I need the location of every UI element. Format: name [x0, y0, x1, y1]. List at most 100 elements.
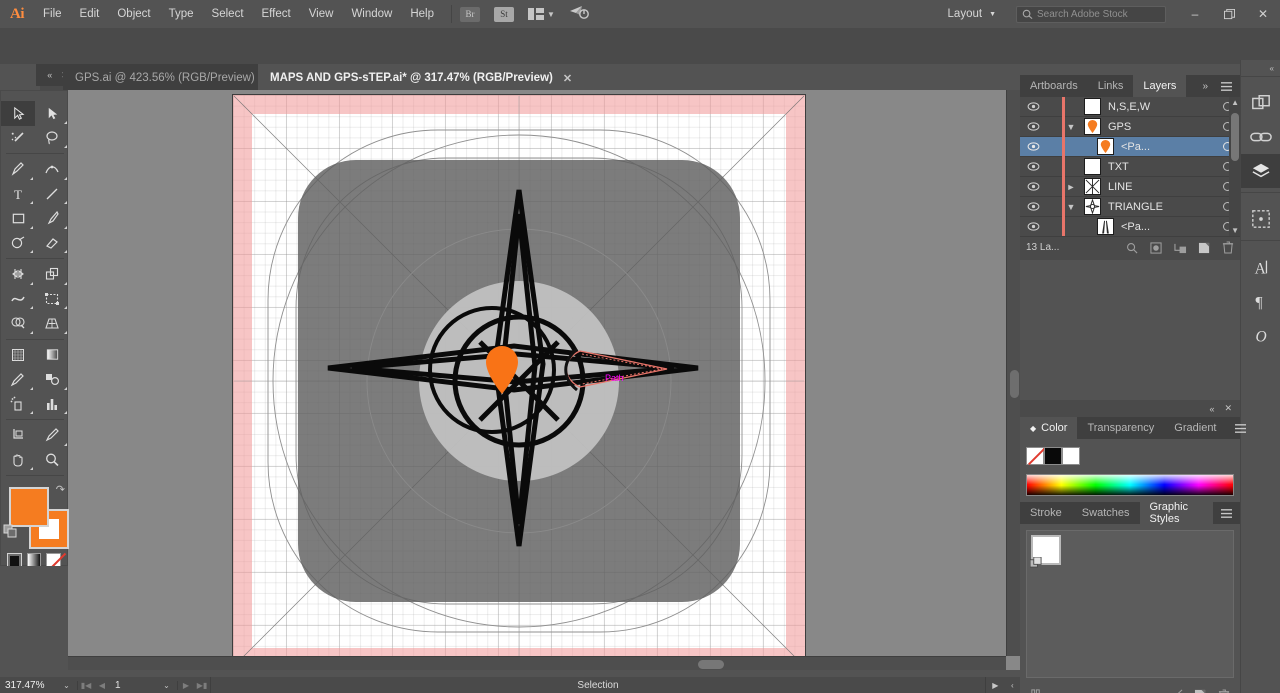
scroll-down-icon[interactable]: ▼	[1231, 226, 1239, 235]
layer-row-gps[interactable]: ▼ GPS	[1020, 117, 1240, 137]
slice-tool[interactable]	[35, 423, 69, 448]
layers-icon[interactable]	[1241, 154, 1280, 188]
layers-list[interactable]: N,S,E,W ▼ GPS <Pa... TXT ► LINE ▼ TRIANG…	[1020, 97, 1240, 236]
share-icon[interactable]	[569, 5, 589, 23]
canvas-horizontal-scrollbar[interactable]	[68, 656, 1006, 670]
panel-menu-icon[interactable]	[1227, 417, 1254, 439]
direct-selection-tool[interactable]	[35, 101, 69, 126]
menu-effect[interactable]: Effect	[253, 0, 300, 28]
scrollbar-thumb[interactable]	[698, 660, 724, 669]
tab-links[interactable]: Links	[1088, 75, 1134, 97]
visibility-toggle-icon[interactable]	[1020, 222, 1046, 231]
chevron-down-icon[interactable]: ▼	[547, 10, 555, 19]
swatch-black[interactable]	[1044, 447, 1062, 465]
collapse-panel-icon[interactable]: «	[1209, 404, 1214, 414]
selection-tool[interactable]	[1, 101, 35, 126]
minimize-button[interactable]: –	[1178, 0, 1212, 28]
locate-object-icon[interactable]	[1120, 242, 1144, 254]
tab-color[interactable]: ◆ Color	[1020, 417, 1078, 439]
artboard-number-field[interactable]: 1	[110, 680, 156, 691]
layer-row-txt[interactable]: TXT	[1020, 157, 1240, 177]
pen-tool[interactable]	[1, 157, 35, 182]
workspace-switcher[interactable]: Layout ▼	[942, 8, 1002, 20]
tab-swatches[interactable]: Swatches	[1072, 502, 1140, 524]
artboard-dropdown-icon[interactable]: ⌄	[156, 680, 178, 690]
menu-object[interactable]: Object	[108, 0, 159, 28]
layer-row-line[interactable]: ► LINE	[1020, 177, 1240, 197]
visibility-toggle-icon[interactable]	[1020, 102, 1046, 111]
curvature-tool[interactable]	[35, 157, 69, 182]
menu-window[interactable]: Window	[342, 0, 401, 28]
graphic-style-item[interactable]	[1029, 535, 1061, 568]
layers-scrollbar[interactable]: ▲ ▼	[1229, 97, 1240, 236]
tools-panel-grip[interactable]	[1, 91, 67, 101]
document-tab-maps-and-gps[interactable]: MAPS AND GPS-sTEP.ai* @ 317.47% (RGB/Pre…	[258, 64, 582, 92]
lasso-tool[interactable]	[35, 126, 69, 151]
close-icon[interactable]: ✕	[1224, 403, 1232, 414]
visibility-toggle-icon[interactable]	[1020, 122, 1046, 131]
first-artboard-button[interactable]: ▮◀	[78, 681, 94, 690]
zoom-level-field[interactable]: 317.47%	[0, 680, 56, 691]
close-button[interactable]: ✕	[1246, 0, 1280, 28]
eraser-tool[interactable]	[35, 231, 69, 256]
make-clipping-mask-icon[interactable]	[1144, 241, 1168, 254]
document-tab-gps[interactable]: GPS.ai @ 423.56% (RGB/Preview) ✕	[63, 64, 283, 92]
current-tool-status[interactable]: Selection	[211, 680, 985, 691]
tab-stroke[interactable]: Stroke	[1020, 502, 1072, 524]
line-segment-tool[interactable]	[35, 182, 69, 207]
stock-search-box[interactable]	[1016, 5, 1166, 23]
column-graph-tool[interactable]	[35, 392, 69, 417]
new-graphic-style-icon[interactable]	[1188, 689, 1212, 693]
artboard-tool[interactable]	[1, 423, 35, 448]
scale-tool[interactable]	[35, 262, 69, 287]
default-fill-stroke-icon[interactable]	[3, 524, 19, 545]
artboards-icon[interactable]	[1241, 86, 1280, 120]
graphic-styles-list[interactable]	[1026, 530, 1234, 678]
symbol-sprayer-tool[interactable]	[1, 392, 35, 417]
transform-icon[interactable]	[1241, 202, 1280, 236]
menu-help[interactable]: Help	[401, 0, 443, 28]
gradient-tool[interactable]	[35, 343, 69, 368]
color-spectrum-ramp[interactable]	[1026, 474, 1234, 496]
mesh-tool[interactable]	[1, 343, 35, 368]
menu-select[interactable]: Select	[203, 0, 253, 28]
tab-transparency[interactable]: Transparency	[1077, 417, 1164, 439]
swatch-none[interactable]	[1026, 447, 1044, 465]
hand-tool[interactable]	[1, 448, 35, 473]
blend-tool[interactable]	[35, 367, 69, 392]
rectangle-tool[interactable]	[1, 206, 35, 231]
more-icon[interactable]: ‹	[1011, 681, 1014, 690]
eyedropper-tool[interactable]	[1, 367, 35, 392]
swatch-white[interactable]	[1062, 447, 1080, 465]
create-new-layer-icon[interactable]	[1192, 242, 1216, 254]
magic-wand-tool[interactable]	[1, 126, 35, 151]
graphic-styles-libraries-icon[interactable]	[1024, 689, 1048, 693]
layer-row-triangle-path[interactable]: <Pa...	[1020, 217, 1240, 236]
free-transform-tool[interactable]	[35, 287, 69, 312]
panel-menu-icon[interactable]	[1213, 75, 1240, 97]
paintbrush-tool[interactable]	[35, 206, 69, 231]
links-icon[interactable]	[1241, 120, 1280, 154]
character-icon[interactable]: A	[1241, 250, 1280, 284]
layer-row-triangle[interactable]: ▼ TRIANGLE	[1020, 197, 1240, 217]
document-canvas[interactable]: Path	[68, 90, 1020, 670]
scroll-up-icon[interactable]: ▲	[1231, 98, 1239, 107]
next-artboard-button[interactable]: ▶	[178, 681, 194, 690]
close-icon[interactable]: ✕	[563, 72, 572, 85]
panel-overflow-icon[interactable]: »	[1197, 75, 1213, 97]
play-icon[interactable]: ▶	[992, 681, 998, 690]
zoom-dropdown-icon[interactable]: ⌄	[56, 680, 78, 690]
width-tool[interactable]	[1, 287, 35, 312]
layer-row-nsew[interactable]: N,S,E,W	[1020, 97, 1240, 117]
bridge-button[interactable]: Br	[460, 6, 480, 22]
restore-button[interactable]	[1212, 0, 1246, 28]
zoom-tool[interactable]	[35, 448, 69, 473]
swap-fill-stroke-icon[interactable]: ↷	[56, 483, 65, 496]
layer-row-gps-path[interactable]: <Pa...	[1020, 137, 1240, 157]
panel-menu-icon[interactable]	[1213, 502, 1240, 524]
shape-builder-tool[interactable]	[1, 311, 35, 336]
tab-gradient[interactable]: Gradient	[1164, 417, 1226, 439]
collapse-dock-icon[interactable]: «	[1241, 60, 1280, 76]
last-artboard-button[interactable]: ▶▮	[194, 681, 210, 690]
tab-graphic-styles[interactable]: Graphic Styles	[1139, 501, 1213, 525]
